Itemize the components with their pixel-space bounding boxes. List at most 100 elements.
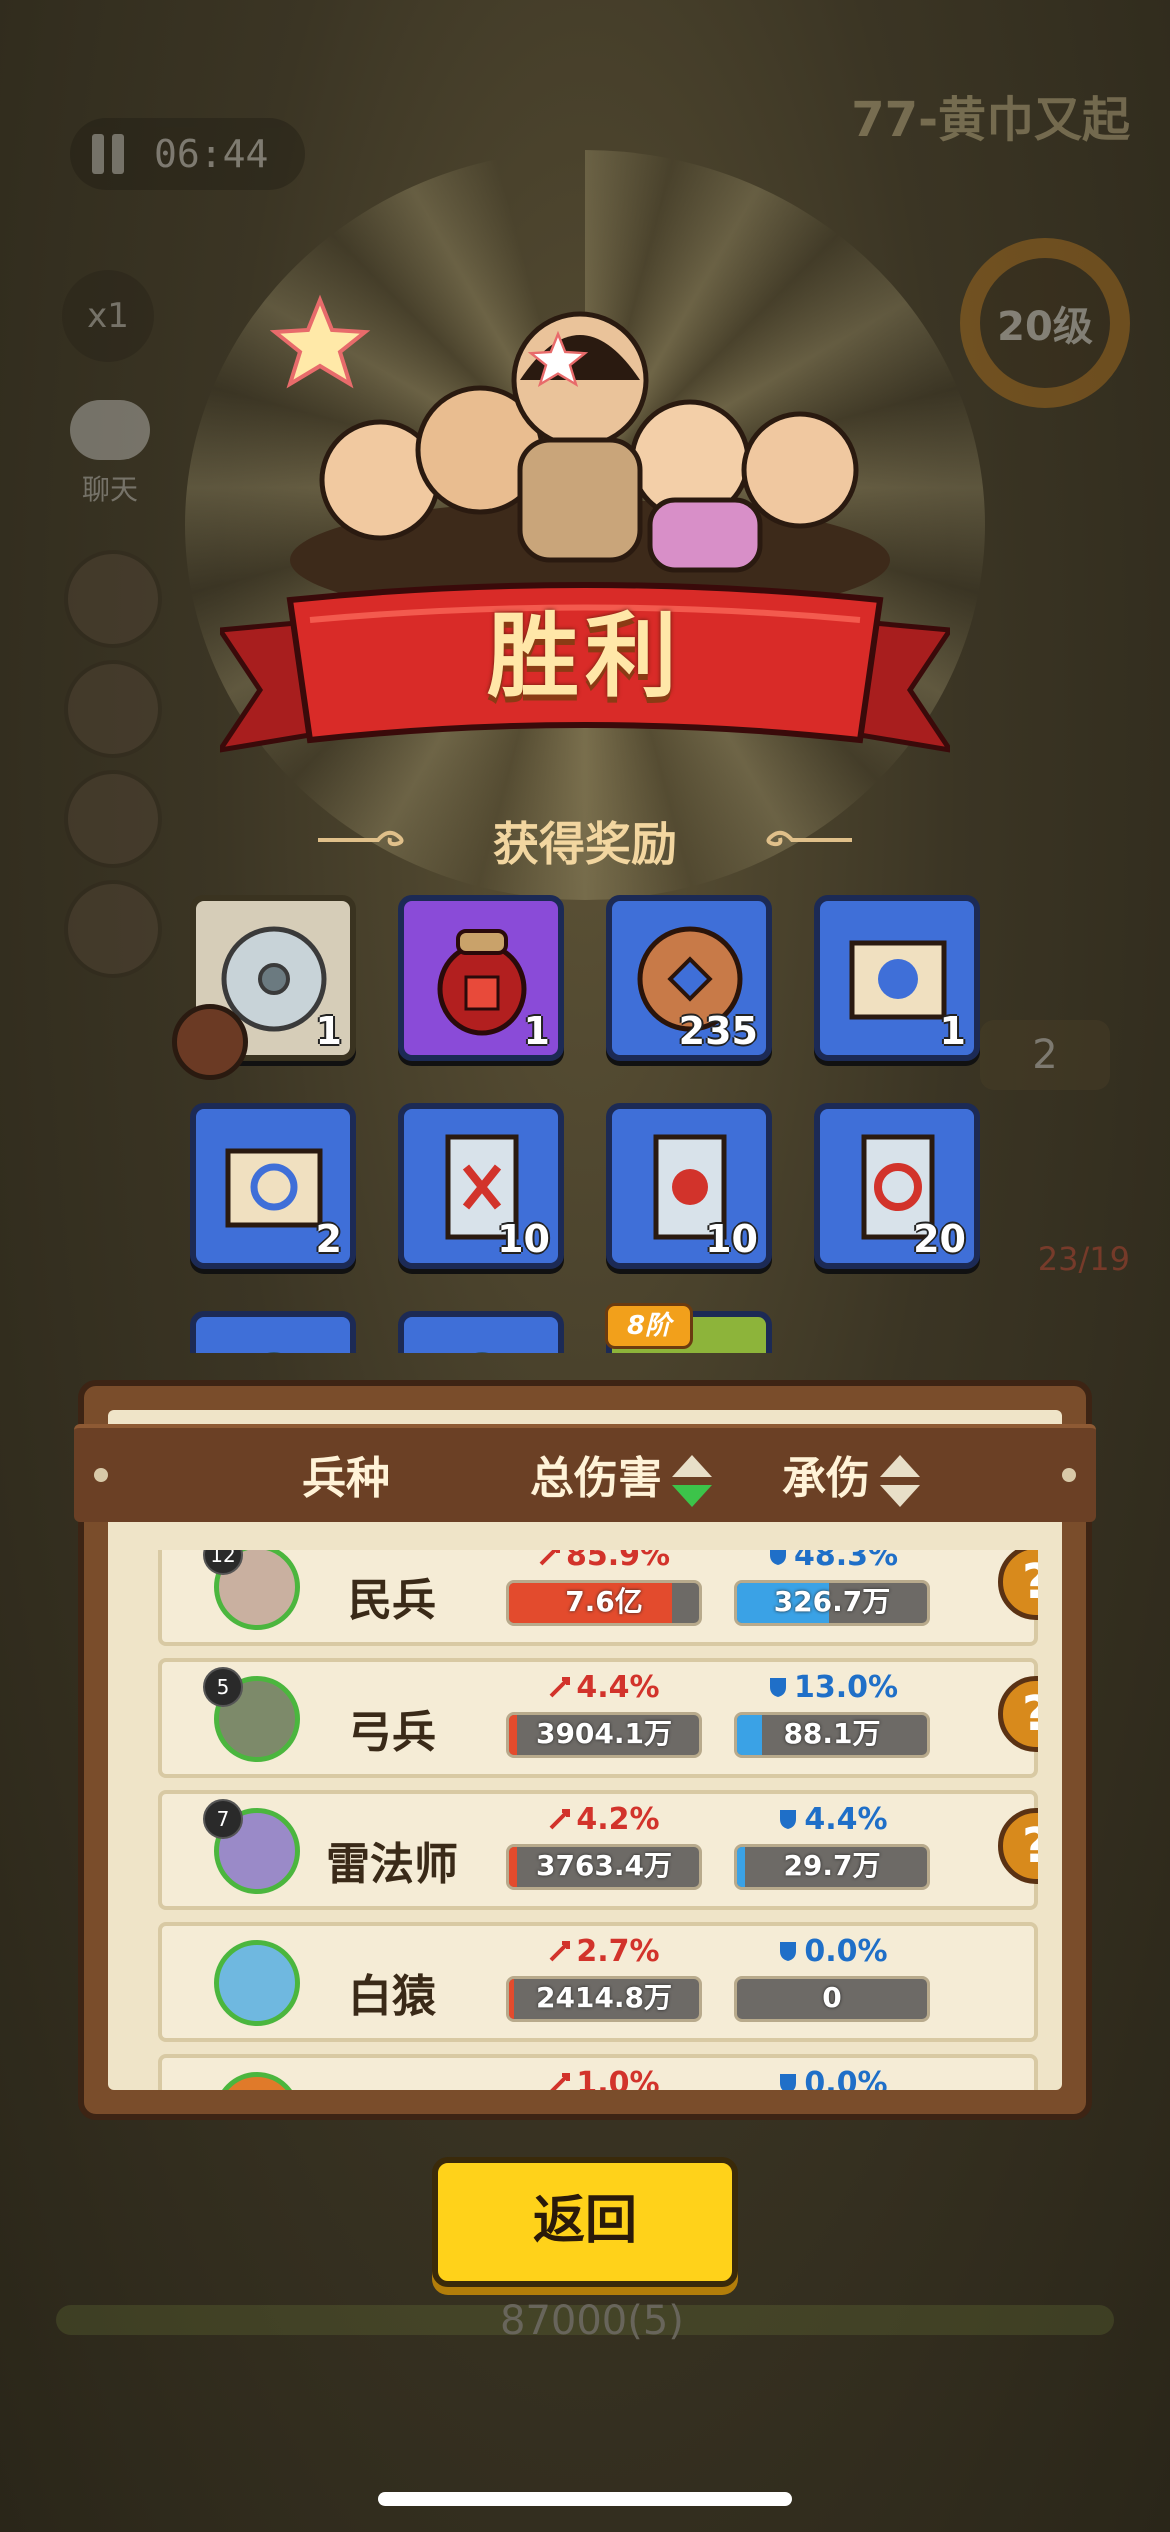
score-text: 87000(5) — [500, 2298, 684, 2344]
header-unit: 兵种 — [302, 1453, 390, 1504]
unit-avatar — [214, 2072, 300, 2090]
timer-text: 06:44 — [154, 132, 269, 176]
damage-taken-bar: 326.7万 — [734, 1580, 930, 1626]
title-ornament-right-icon — [766, 830, 852, 847]
damage-percent: 4.2% — [576, 1802, 660, 1837]
tier-badge: 8阶 — [605, 1303, 693, 1349]
damage-stat: 4.4% 3904.1万 — [504, 1670, 704, 1758]
battle-stats-panel: 12 民兵 85.9% 7.6亿 48.3% 326.7万 ? 5 弓兵 4.4… — [74, 1380, 1096, 2120]
reward-qty: 1 — [315, 1009, 342, 1053]
unit-row: 白猿 2.7% 2414.8万 0.0% 0 — [158, 1922, 1038, 2042]
damage-taken-percent: 0.0% — [804, 2066, 888, 2090]
unit-info-button[interactable]: ? — [998, 1550, 1038, 1620]
return-button[interactable]: 返回 — [432, 2157, 738, 2287]
reward-item-wine-jar[interactable]: 1 — [398, 895, 564, 1061]
stats-header: 兵种 总伤害 承伤 — [74, 1424, 1096, 1522]
reward-item-green-orb[interactable] — [398, 1311, 564, 1353]
reward-item-green-orb[interactable] — [190, 1311, 356, 1353]
unit-name: 白猿 — [348, 1971, 436, 2022]
shield-icon — [769, 1550, 786, 1565]
reward-qty: 1 — [523, 1009, 550, 1053]
sort-icon — [672, 1455, 712, 1507]
damage-taken-stat: 13.0% 88.1万 — [732, 1670, 932, 1758]
damage-stat: 85.9% 7.6亿 — [504, 1550, 704, 1626]
damage-taken-value: 0 — [822, 1981, 842, 2014]
unit-row: 12 民兵 85.9% 7.6亿 48.3% 326.7万 ? — [158, 1550, 1038, 1646]
sword-icon — [550, 2073, 571, 2090]
green-orb-icon — [475, 1352, 489, 1353]
unit-level-badge: 5 — [203, 1667, 243, 1707]
side-hero-avatar — [64, 880, 162, 978]
sword-icon — [549, 1809, 571, 1830]
unit-info-button[interactable]: ? — [998, 1808, 1038, 1884]
reward-qty: 2 — [315, 1217, 342, 1261]
chat-label: 聊天 — [81, 473, 138, 506]
chat-icon — [70, 400, 150, 460]
damage-taken-percent: 13.0% — [793, 1670, 899, 1705]
damage-value: 2414.8万 — [535, 1981, 673, 2014]
shield-icon — [780, 2074, 797, 2090]
reward-item-scroll[interactable]: 10 — [398, 1103, 564, 1269]
sort-by-damage-button[interactable]: 总伤害 — [530, 1442, 712, 1507]
reward-qty: 235 — [678, 1009, 758, 1053]
damage-taken-bar: 88.1万 — [734, 1712, 930, 1758]
damage-bar: 3763.4万 — [506, 1844, 702, 1890]
unit-level-badge: 12 — [203, 1550, 243, 1575]
celebrating-crowd-illustration — [270, 294, 890, 610]
green-orb-icon — [267, 1352, 281, 1353]
unit-avatar: 7 — [203, 1799, 300, 1894]
damage-taken-bar: 0 — [734, 1976, 930, 2022]
unit-info-button[interactable]: ? — [998, 1676, 1038, 1752]
unit-row: 1.0% 0.0% — [158, 2054, 1038, 2090]
reward-qty: 1 — [939, 1009, 966, 1053]
shield-icon — [769, 1678, 786, 1697]
victory-banner-text: 胜利 — [486, 603, 683, 710]
reward-item-scroll[interactable]: 10 — [606, 1103, 772, 1269]
damage-taken-percent: 0.0% — [804, 1934, 888, 1969]
unit-name: 弓兵 — [348, 1707, 436, 1758]
reward-qty: 20 — [913, 1217, 966, 1261]
damage-stat: 1.0% — [504, 2066, 704, 2090]
damage-value: 3763.4万 — [535, 1849, 673, 1882]
level-title: 77-黄巾又起 — [851, 92, 1130, 148]
header-rivet-icon — [1062, 1468, 1076, 1482]
timer-pill: 06:44 — [70, 118, 305, 190]
troop-ratio: 23/19 — [1037, 1240, 1130, 1278]
unit-level-badge: 7 — [203, 1799, 243, 1839]
damage-percent: 2.7% — [576, 1934, 660, 1969]
unit-row: 5 弓兵 4.4% 3904.1万 13.0% 88.1万 ? — [158, 1658, 1038, 1778]
reward-item-scroll[interactable]: 20 — [814, 1103, 980, 1269]
header-rivet-icon — [94, 1468, 108, 1482]
damage-percent: 4.4% — [576, 1670, 660, 1705]
sort-by-taken-button[interactable]: 承伤 — [782, 1442, 920, 1507]
damage-taken-stat: 0.0% 0 — [732, 1934, 932, 2022]
sword-icon — [549, 1941, 571, 1962]
reward-qty: 10 — [497, 1217, 550, 1261]
damage-bar: 7.6亿 — [506, 1580, 702, 1626]
shield-icon — [780, 1942, 797, 1961]
speed-button: x1 — [62, 270, 154, 362]
damage-bar: 3904.1万 — [506, 1712, 702, 1758]
damage-taken-value: 326.7万 — [773, 1585, 891, 1618]
damage-percent: 85.9% — [565, 1550, 671, 1573]
sort-icon — [880, 1455, 920, 1507]
unit-row: 7 雷法师 4.2% 3763.4万 4.4% 29.7万 ? — [158, 1790, 1038, 1910]
unit-name: 雷法师 — [326, 1839, 458, 1890]
header-damage: 总伤害 — [530, 1453, 662, 1504]
damage-taken-value: 88.1万 — [783, 1717, 881, 1750]
reward-item-scroll[interactable]: 2 — [190, 1103, 356, 1269]
troop-count: 2 — [980, 1020, 1110, 1090]
level-ring: 20级 — [960, 238, 1130, 408]
home-indicator[interactable] — [378, 2492, 792, 2506]
header-taken: 承伤 — [782, 1453, 870, 1504]
pig-badge-icon — [172, 1004, 248, 1080]
reward-grid[interactable]: 1 1 235 1 2 10 10 20 — [190, 895, 980, 1353]
damage-taken-stat: 48.3% 326.7万 — [732, 1550, 932, 1626]
reward-item-scroll[interactable]: 1 — [814, 895, 980, 1061]
unit-avatar: 12 — [203, 1550, 300, 1630]
damage-stat: 2.7% 2414.8万 — [504, 1934, 704, 2022]
reward-item-copper-coin[interactable]: 235 — [606, 895, 772, 1061]
stats-rows[interactable]: 12 民兵 85.9% 7.6亿 48.3% 326.7万 ? 5 弓兵 4.4… — [158, 1550, 1038, 2090]
damage-taken-percent: 4.4% — [804, 1802, 888, 1837]
pause-icon — [92, 134, 132, 174]
